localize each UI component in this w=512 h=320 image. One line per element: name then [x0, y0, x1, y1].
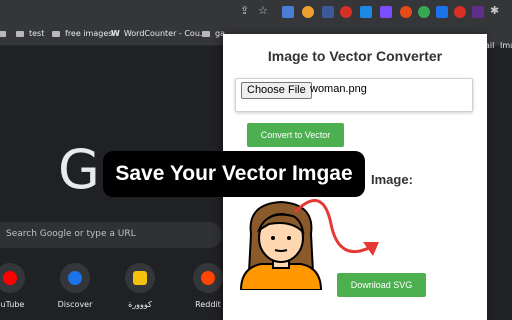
search-input[interactable]: Search Google or type a URL: [0, 222, 222, 248]
file-input-container: Choose File woman.png: [235, 78, 473, 112]
convert-button[interactable]: Convert to Vector: [247, 123, 344, 147]
bookmark-item[interactable]: W WordCounter - Cou...: [111, 28, 208, 40]
extension-icon[interactable]: [418, 6, 430, 18]
extension-icon[interactable]: [322, 6, 334, 18]
wordcounter-icon: W: [111, 29, 120, 38]
shortcut-discover[interactable]: Discover: [53, 263, 97, 309]
popup-title: Image to Vector Converter: [267, 48, 443, 64]
shortcut-circle: [125, 263, 155, 293]
shortcut-circle: [60, 263, 90, 293]
shortcut-circle: [193, 263, 223, 293]
extension-icon[interactable]: [400, 6, 412, 18]
bookmark-item[interactable]: test: [16, 28, 44, 40]
search-placeholder: Search Google or type a URL: [6, 229, 136, 239]
folder-icon: [0, 30, 6, 37]
shortcut-circle: [0, 263, 25, 293]
vector-extension-icon[interactable]: [472, 6, 484, 18]
folder-icon: [202, 30, 210, 37]
result-heading: Image:: [371, 172, 413, 187]
share-icon[interactable]: ⇪: [240, 4, 249, 18]
extension-icon[interactable]: [302, 6, 314, 18]
browser-toolbar: ⇪ ☆ ✱: [0, 0, 512, 24]
extension-icon[interactable]: [380, 6, 392, 18]
bookmark-item[interactable]: ga: [202, 28, 225, 40]
file-name: woman.png: [310, 83, 367, 95]
extension-icon[interactable]: [360, 6, 372, 18]
star-icon[interactable]: ☆: [258, 4, 268, 18]
bookmark-item[interactable]: free images: [52, 28, 112, 40]
shortcut-kooora[interactable]: كووورة: [118, 263, 162, 309]
caption-banner: Save Your Vector Imgae: [103, 151, 365, 197]
puzzle-icon[interactable]: ✱: [490, 4, 499, 18]
bookmark-item[interactable]: Ima: [500, 40, 512, 52]
folder-icon: [52, 30, 60, 37]
choose-file-button[interactable]: Choose File: [241, 82, 312, 99]
extension-icon[interactable]: [340, 6, 352, 18]
bookmark-item[interactable]: [0, 28, 11, 40]
discover-icon: [68, 271, 82, 285]
folder-icon: [16, 30, 24, 37]
extension-icon[interactable]: [436, 6, 448, 18]
download-svg-button[interactable]: Download SVG: [337, 273, 426, 297]
shortcut-youtube[interactable]: ouTube: [0, 263, 32, 309]
reddit-icon: [201, 271, 215, 285]
youtube-icon: [3, 271, 17, 285]
woman-avatar-image: [239, 200, 323, 290]
extension-icon[interactable]: [454, 6, 466, 18]
kooora-icon: [133, 271, 147, 285]
extension-icon[interactable]: [282, 6, 294, 18]
